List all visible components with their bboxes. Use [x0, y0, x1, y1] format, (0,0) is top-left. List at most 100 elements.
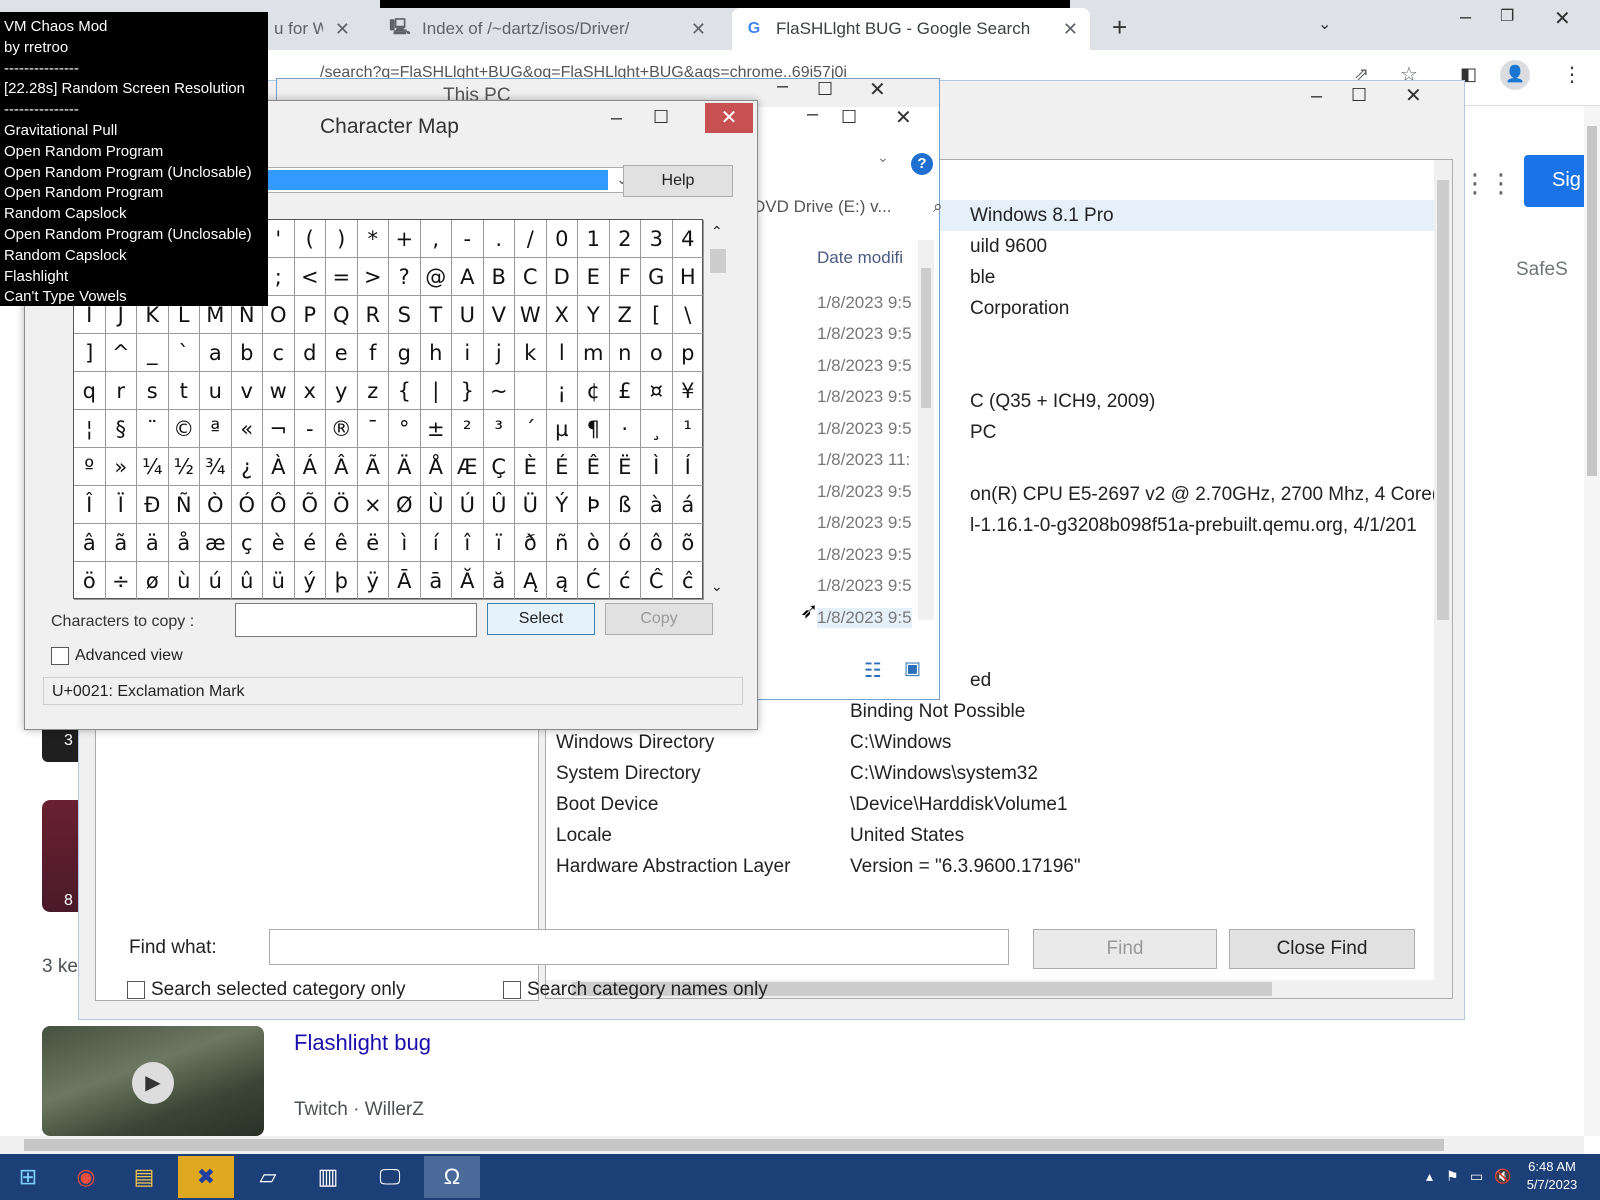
char-cell[interactable]: V	[483, 296, 515, 334]
checkbox-box[interactable]	[51, 647, 69, 665]
char-cell[interactable]: ÷	[105, 562, 137, 600]
find-button[interactable]: Find	[1033, 929, 1217, 969]
char-cell[interactable]: Ă	[452, 562, 484, 600]
char-cell[interactable]: E	[578, 258, 610, 296]
vertical-scrollbar[interactable]	[1434, 160, 1452, 980]
char-cell[interactable]: 1	[578, 220, 610, 258]
char-cell[interactable]: µ	[546, 410, 578, 448]
char-cell[interactable]: A	[452, 258, 484, 296]
char-cell[interactable]: î	[452, 524, 484, 562]
more-menu-icon[interactable]: ⋮	[1562, 62, 1582, 87]
char-cell[interactable]: ö	[74, 562, 106, 600]
char-cell[interactable]: }	[452, 372, 484, 410]
list-item[interactable]: 1/8/2023 9:5	[817, 356, 912, 376]
char-cell[interactable]: W	[515, 296, 547, 334]
char-cell[interactable]: d	[294, 334, 326, 372]
char-cell[interactable]: +	[389, 220, 421, 258]
list-item[interactable]: 1/8/2023 11:	[817, 450, 910, 470]
char-cell[interactable]: Û	[483, 486, 515, 524]
minimize-icon[interactable]: –	[611, 107, 622, 130]
char-cell[interactable]: ª	[200, 410, 232, 448]
char-cell[interactable]: U	[452, 296, 484, 334]
char-cell[interactable]: ,	[420, 220, 452, 258]
char-cell[interactable]: ë	[357, 524, 389, 562]
char-cell[interactable]: ^	[105, 334, 137, 372]
char-cell[interactable]: ±	[420, 410, 452, 448]
char-cell[interactable]: ¡	[546, 372, 578, 410]
char-cell[interactable]: ý	[294, 562, 326, 600]
minimize-icon[interactable]: –	[1311, 85, 1322, 108]
char-cell[interactable]: Â	[326, 448, 358, 486]
char-cell[interactable]: Ù	[420, 486, 452, 524]
charmap-taskbar-button[interactable]: Ω	[424, 1156, 480, 1198]
close-icon[interactable]: ✕	[1405, 83, 1422, 108]
char-cell[interactable]: o	[641, 334, 673, 372]
char-cell[interactable]: b	[231, 334, 263, 372]
char-cell[interactable]: ò	[578, 524, 610, 562]
clock[interactable]: 6:48 AM 5/7/2023	[1512, 1158, 1592, 1194]
char-cell[interactable]: B	[483, 258, 515, 296]
char-cell[interactable]: .	[483, 220, 515, 258]
notepad-taskbar-button[interactable]: ▱	[240, 1156, 296, 1198]
char-cell[interactable]: Ø	[389, 486, 421, 524]
char-cell[interactable]: Ú	[452, 486, 484, 524]
char-cell[interactable]: ¯	[357, 410, 389, 448]
browser-tab-2[interactable]: 🖳 Index of /~dartz/isos/Driver/ ✕	[378, 8, 718, 50]
google-apps-icon[interactable]: ⋮⋮⋮	[1462, 168, 1540, 198]
char-cell[interactable]: Æ	[452, 448, 484, 486]
char-cell[interactable]: ?	[389, 258, 421, 296]
chaos-app-taskbar-button[interactable]: ✖	[178, 1156, 234, 1198]
char-cell[interactable]: x	[294, 372, 326, 410]
char-cell[interactable]: ´	[515, 410, 547, 448]
close-icon[interactable]: ✕	[869, 77, 886, 102]
char-cell[interactable]: n	[609, 334, 641, 372]
char-cell[interactable]: ¦	[74, 410, 106, 448]
monitor-taskbar-button[interactable]: 🖵	[362, 1156, 418, 1198]
char-cell[interactable]: Ą	[515, 562, 547, 600]
close-icon[interactable]: ✕	[1554, 6, 1571, 31]
list-item[interactable]: 1/8/2023 9:5	[817, 324, 912, 344]
char-cell[interactable]: ü	[263, 562, 295, 600]
large-icons-view-icon[interactable]: ▣	[904, 658, 921, 679]
char-cell[interactable]: p	[672, 334, 704, 372]
char-cell[interactable]: u	[200, 372, 232, 410]
char-cell[interactable]: `	[168, 334, 200, 372]
char-cell[interactable]: ¬	[263, 410, 295, 448]
char-cell[interactable]: Ñ	[168, 486, 200, 524]
char-cell[interactable]: Ã	[357, 448, 389, 486]
char-cell[interactable]: 3	[641, 220, 673, 258]
char-cell[interactable]: [	[641, 296, 673, 334]
details-view-icon[interactable]: ☷	[864, 658, 882, 683]
char-cell[interactable]: Î	[74, 486, 106, 524]
char-cell[interactable]: 2	[609, 220, 641, 258]
char-cell[interactable]: ¾	[200, 448, 232, 486]
list-item[interactable]: 1/8/2023 9:5	[817, 608, 912, 628]
char-cell[interactable]: ×	[357, 486, 389, 524]
char-cell[interactable]: Ĉ	[641, 562, 673, 600]
list-item[interactable]: 1/8/2023 9:5	[817, 545, 912, 565]
char-cell[interactable]: ć	[609, 562, 641, 600]
char-cell[interactable]: S	[389, 296, 421, 334]
char-cell[interactable]: Þ	[578, 486, 610, 524]
list-item[interactable]: Locale United States	[546, 820, 1446, 851]
char-cell[interactable]: {	[389, 372, 421, 410]
char-cell[interactable]: ¶	[578, 410, 610, 448]
char-cell[interactable]: ð	[515, 524, 547, 562]
help-button[interactable]: Help	[623, 165, 733, 197]
char-cell[interactable]: »	[105, 448, 137, 486]
char-cell[interactable]: á	[672, 486, 704, 524]
char-cell[interactable]: «	[231, 410, 263, 448]
char-cell[interactable]: ¢	[578, 372, 610, 410]
char-cell[interactable]: ½	[168, 448, 200, 486]
char-cell[interactable]: Ê	[578, 448, 610, 486]
char-cell[interactable]: Z	[609, 296, 641, 334]
char-cell[interactable]: f	[357, 334, 389, 372]
char-cell[interactable]: â	[74, 524, 106, 562]
char-cell[interactable]: t	[168, 372, 200, 410]
minimize-icon[interactable]: –	[807, 103, 818, 126]
char-cell[interactable]: y	[326, 372, 358, 410]
char-cell[interactable]: ¨	[137, 410, 169, 448]
scroll-up-icon[interactable]: ⌃	[711, 223, 723, 240]
start-button[interactable]: ⊞	[0, 1156, 56, 1198]
char-cell[interactable]: Ð	[137, 486, 169, 524]
